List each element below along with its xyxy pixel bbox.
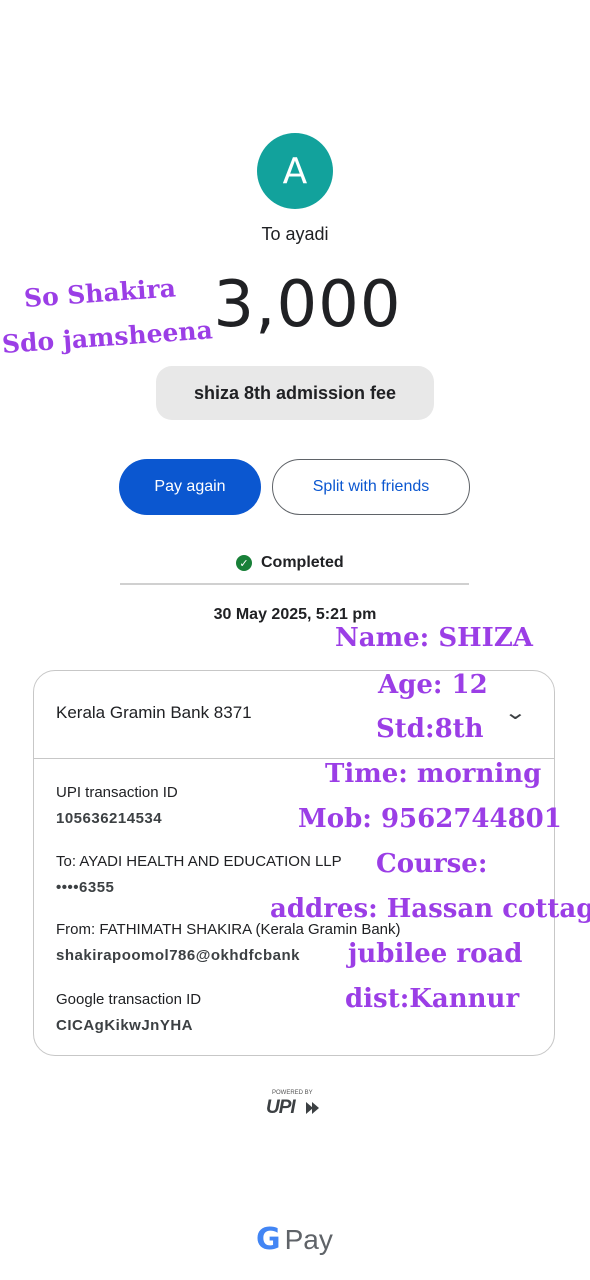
handwritten-address: addres: Hassan cottage: [270, 894, 590, 924]
handwritten-name: Name: SHIZA: [335, 623, 533, 653]
to-account-label: To: AYADI HEALTH AND EDUCATION LLP: [56, 853, 342, 870]
handwritten-course: Course:: [376, 849, 488, 879]
handwritten-time: Time: morning: [325, 759, 542, 789]
upi-logo-text: UPI: [266, 1097, 296, 1118]
status-badge: ✓ Completed: [236, 551, 344, 575]
upi-transaction-id-value: 105636214534: [56, 810, 163, 827]
transaction-datetime: 30 May 2025, 5:21 pm: [213, 606, 377, 623]
google-g-icon: G: [256, 1222, 281, 1257]
payment-note: shiza 8th admission fee: [156, 366, 434, 420]
divider: [120, 583, 469, 585]
handwritten-age: Age: 12: [378, 670, 488, 700]
handwritten-mobile: Mob: 9562744801: [298, 804, 562, 834]
google-transaction-id-value: CICAgKikwJnYHA: [56, 1017, 194, 1034]
payee-name: To ayadi: [261, 224, 329, 244]
handwritten-district: dist:Kannur: [345, 984, 520, 1014]
upi-powered-by: POWERED BY: [272, 1090, 313, 1096]
handwritten-road: jubilee road: [348, 939, 523, 969]
bank-account-label[interactable]: Kerala Gramin Bank 8371: [56, 703, 252, 723]
status-text: Completed: [261, 554, 344, 571]
to-account-value: ••••6355: [56, 879, 115, 896]
upi-logo: POWERED BY UPI: [264, 1090, 326, 1120]
payee-avatar: A: [257, 133, 333, 209]
split-with-friends-button[interactable]: Split with friends: [272, 459, 470, 515]
pay-again-button[interactable]: Pay again: [119, 459, 261, 515]
google-pay-logo: G Pay: [256, 1222, 333, 1257]
google-pay-text: Pay: [284, 1223, 333, 1255]
chevron-down-icon[interactable]: ⌄: [504, 700, 527, 724]
upi-arrow-icon: [312, 1102, 319, 1114]
google-transaction-id-label: Google transaction ID: [56, 991, 202, 1008]
upi-transaction-id-label: UPI transaction ID: [56, 784, 178, 801]
handwritten-std: Std:8th: [376, 714, 484, 744]
from-account-value: shakirapoomol786@okhdfcbank: [56, 947, 301, 964]
check-circle-icon: ✓: [236, 555, 252, 571]
